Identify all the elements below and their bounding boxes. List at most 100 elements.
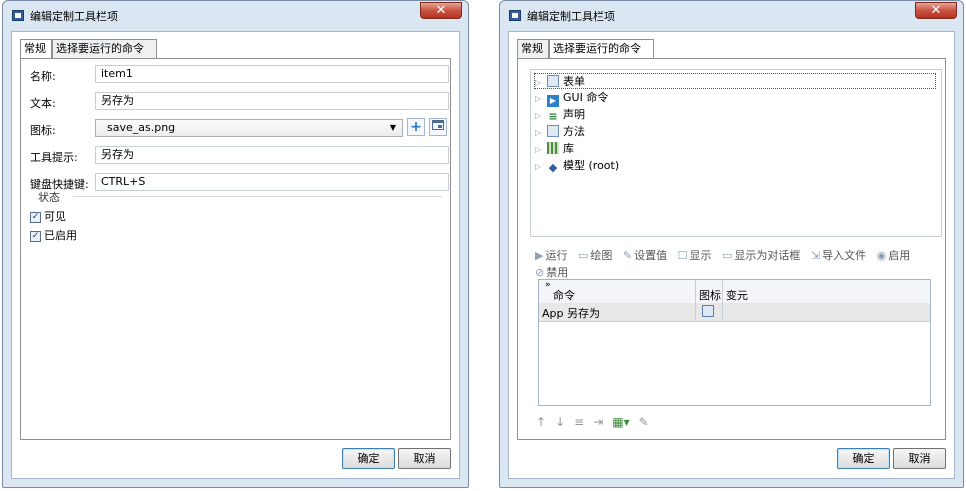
icon-select[interactable]: save_as.png ▼ (95, 119, 403, 137)
enabled-label: 已启用 (44, 229, 77, 242)
set-value-icon: ✎ (622, 249, 633, 262)
move-up-icon[interactable]: ↑ (536, 415, 546, 429)
command-toolbar-row2: ⊘ 禁用 (535, 264, 575, 280)
column-icon[interactable]: 图标 (699, 287, 721, 303)
set-value-button[interactable]: ✎ 设置值 (623, 247, 667, 263)
tooltip-field[interactable]: 另存为 (95, 146, 449, 164)
name-label: 名称: (30, 70, 56, 83)
tab-general[interactable]: 常规 (517, 39, 549, 58)
drag-handle-icon[interactable]: » (545, 280, 551, 290)
move-down-icon[interactable]: ↓ (555, 415, 565, 429)
import-icon: ⇲ (810, 249, 821, 262)
tree-item-methods[interactable]: ▷ 方法 (535, 124, 585, 140)
tab-select-command[interactable]: 选择要运行的命令 (52, 39, 157, 58)
grid-header: » 命令 图标 变元 (539, 280, 930, 304)
command-grid: » 命令 图标 变元 App 另存为 (538, 279, 931, 406)
column-divider (722, 280, 723, 321)
command-panel: ▷ 表单 ▷ ▶ GUI 命令 ▷ ≡ 声明 ▷ 方法 ▷ 库 ▷ ◆ 模型 (root) (517, 58, 946, 440)
close-button[interactable]: ✕ (915, 2, 957, 19)
library-icon (547, 142, 559, 154)
expand-icon[interactable]: ▷ (535, 75, 547, 91)
expand-icon[interactable]: ▷ (535, 159, 547, 175)
section-divider (73, 196, 442, 197)
visible-checkbox[interactable]: ✓ 可见 (30, 208, 66, 224)
edit-toolbar-item-dialog-general: 编辑定制工具栏项 ✕ 常规 选择要运行的命令 名称: item1 文本: 另存为… (2, 0, 469, 488)
dialog-title: 编辑定制工具栏项 (30, 10, 118, 23)
tree-label: 声明 (563, 108, 585, 121)
tree-label: 表单 (563, 75, 585, 88)
name-field[interactable]: item1 (95, 65, 449, 83)
grid-toolbar: ↑ ↓ ≡ ⇥ ▦▾ ✎ (536, 415, 658, 429)
text-field[interactable]: 另存为 (95, 92, 449, 110)
icon-label: 图标: (30, 124, 56, 137)
app-icon (12, 10, 24, 21)
chevron-down-icon: ▼ (389, 123, 396, 132)
tree-item-declarations[interactable]: ▷ ≡ 声明 (535, 107, 585, 123)
shortcut-field[interactable]: CTRL+S (95, 173, 449, 191)
delete-rows-icon[interactable]: ≡ (574, 415, 584, 429)
plot-button[interactable]: ▭ 绘图 (578, 247, 612, 263)
icon-select-value: save_as.png (107, 121, 176, 134)
column-arguments[interactable]: 变元 (726, 287, 748, 303)
text-label: 文本: (30, 97, 56, 110)
tree-item-gui-command[interactable]: ▷ ▶ GUI 命令 (535, 90, 609, 107)
tree-label: GUI 命令 (563, 91, 609, 104)
column-command[interactable]: 命令 (553, 287, 575, 303)
browse-icon[interactable] (429, 118, 447, 136)
command-toolbar: ▶ 运行 ▭ 绘图 ✎ 设置值 ☐ 显示 ▭ 显示为对话框 ⇲ 导入文件 ◉ 启用 (535, 247, 917, 263)
cancel-button[interactable]: 取消 (398, 448, 451, 469)
dialog-icon: ▭ (721, 249, 733, 262)
add-icon[interactable]: + (407, 118, 425, 136)
tree-item-forms[interactable]: ▷ 表单 (534, 73, 936, 89)
run-icon: ▶ (535, 249, 544, 262)
tab-general[interactable]: 常规 (20, 39, 52, 59)
check-icon: ✓ (30, 230, 41, 242)
ok-button[interactable]: 确定 (837, 448, 890, 469)
show-button[interactable]: ☐ 显示 (678, 247, 712, 263)
cancel-button[interactable]: 取消 (893, 448, 946, 469)
edit-icon[interactable]: ✎ (639, 415, 649, 429)
insert-row-icon[interactable]: ⇥ (593, 415, 603, 429)
row-command: App 另存为 (542, 307, 600, 320)
visible-label: 可见 (44, 210, 66, 223)
dialog-client: 常规 选择要运行的命令 ▷ 表单 ▷ ▶ GUI 命令 ▷ ≡ 声明 ▷ 方法 ▷ 库 (508, 31, 955, 479)
model-icon: ◆ (548, 161, 558, 174)
table-row[interactable]: App 另存为 (539, 303, 930, 322)
tooltip-label: 工具提示: (30, 151, 78, 164)
methods-icon (547, 125, 559, 137)
plot-icon: ▭ (577, 249, 589, 262)
general-panel: 名称: item1 文本: 另存为 图标: save_as.png ▼ + 工具… (20, 58, 451, 440)
tab-select-command[interactable]: 选择要运行的命令 (549, 39, 654, 59)
expand-icon[interactable]: ▷ (535, 125, 547, 141)
dialog-client: 常规 选择要运行的命令 名称: item1 文本: 另存为 图标: save_a… (11, 31, 460, 479)
show-icon: ☐ (677, 249, 688, 262)
import-file-button[interactable]: ⇲ 导入文件 (811, 247, 866, 263)
save-as-icon (702, 305, 714, 317)
tree-item-model-root[interactable]: ▷ ◆ 模型 (root) (535, 158, 619, 174)
app-icon (509, 10, 521, 21)
close-button[interactable]: ✕ (420, 2, 462, 19)
title-bar: 编辑定制工具栏项 ✕ (3, 1, 468, 31)
tree-label: 库 (563, 142, 574, 155)
dialog-title: 编辑定制工具栏项 (527, 10, 615, 23)
gui-command-icon: ▶ (547, 95, 559, 107)
enabled-checkbox[interactable]: ✓ 已启用 (30, 227, 77, 243)
enable-button[interactable]: ◉ 启用 (877, 247, 911, 263)
check-icon: ✓ (30, 211, 41, 223)
state-section-label: 状态 (38, 191, 60, 204)
run-button[interactable]: ▶ 运行 (535, 247, 567, 263)
add-row-icon[interactable]: ▦▾ (612, 415, 629, 429)
disable-button[interactable]: ⊘ 禁用 (535, 264, 568, 280)
enable-icon: ◉ (876, 249, 887, 262)
tree-item-library[interactable]: ▷ 库 (535, 141, 574, 157)
show-as-dialog-button[interactable]: ▭ 显示为对话框 (722, 247, 800, 263)
expand-icon[interactable]: ▷ (535, 142, 547, 158)
command-tree: ▷ 表单 ▷ ▶ GUI 命令 ▷ ≡ 声明 ▷ 方法 ▷ 库 ▷ ◆ 模型 (root) (530, 69, 942, 237)
column-divider (695, 280, 696, 321)
expand-icon[interactable]: ▷ (535, 91, 547, 107)
expand-icon[interactable]: ▷ (535, 108, 547, 124)
edit-toolbar-item-dialog-command: 编辑定制工具栏项 ✕ 常规 选择要运行的命令 ▷ 表单 ▷ ▶ GUI 命令 ▷ ≡ 声明… (499, 0, 964, 488)
tree-label: 模型 (root) (563, 159, 620, 172)
ok-button[interactable]: 确定 (342, 448, 395, 469)
forms-icon (547, 75, 559, 87)
